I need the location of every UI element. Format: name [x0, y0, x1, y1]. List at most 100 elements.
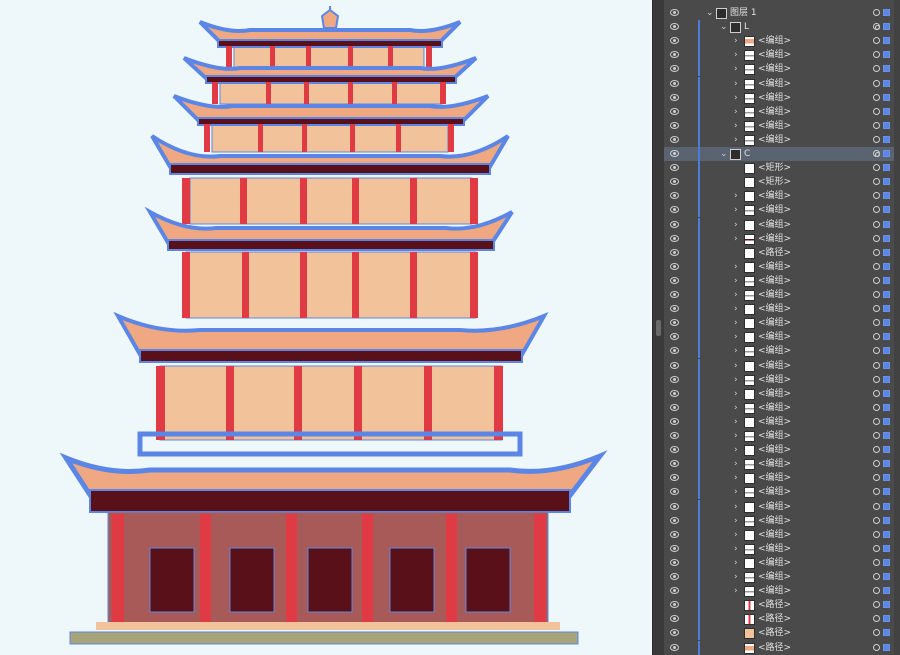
- selection-square-icon[interactable]: [883, 347, 890, 355]
- expand-chevron-icon[interactable]: ›: [734, 543, 738, 555]
- layer-name[interactable]: C: [744, 148, 750, 160]
- target-circle-icon[interactable]: [873, 432, 880, 439]
- expand-chevron-icon[interactable]: ›: [734, 416, 738, 428]
- layer-name[interactable]: <编组>: [758, 430, 791, 442]
- expand-chevron-icon[interactable]: ›: [734, 275, 738, 287]
- layer-row[interactable]: <路径>: [664, 640, 900, 655]
- visibility-eye-icon[interactable]: [670, 79, 679, 87]
- target-circle-icon[interactable]: [873, 319, 880, 327]
- selection-square-icon[interactable]: [883, 37, 890, 45]
- visibility-eye-icon[interactable]: [670, 65, 679, 73]
- selection-square-icon[interactable]: [883, 488, 890, 496]
- selection-square-icon[interactable]: [883, 530, 890, 538]
- target-circle-icon[interactable]: [873, 206, 880, 214]
- layer-name[interactable]: <路径>: [758, 599, 791, 611]
- expand-chevron-icon[interactable]: ›: [734, 219, 738, 231]
- layer-name[interactable]: <编组>: [758, 374, 791, 386]
- visibility-eye-icon[interactable]: [670, 164, 679, 172]
- target-circle-icon[interactable]: [873, 544, 880, 552]
- visibility-eye-icon[interactable]: [670, 488, 679, 496]
- layer-row[interactable]: › <编组>: [664, 372, 900, 387]
- visibility-eye-icon[interactable]: [670, 601, 679, 609]
- visibility-eye-icon[interactable]: [670, 220, 679, 228]
- expand-chevron-icon[interactable]: ›: [734, 204, 738, 216]
- expand-chevron-icon[interactable]: ›: [734, 585, 738, 597]
- pagoda-artwork[interactable]: [0, 0, 652, 655]
- expand-chevron-icon[interactable]: ›: [734, 486, 738, 498]
- layer-row[interactable]: › <编组>: [664, 48, 900, 63]
- splitter-grip[interactable]: [656, 320, 661, 336]
- target-circle-icon[interactable]: [873, 361, 880, 369]
- visibility-eye-icon[interactable]: [670, 291, 679, 298]
- layer-row[interactable]: ⌄ L: [664, 20, 900, 35]
- expand-chevron-icon[interactable]: ›: [734, 472, 738, 484]
- collapse-chevron-icon[interactable]: ⌄: [706, 7, 714, 19]
- target-circle-icon[interactable]: [873, 488, 880, 496]
- expand-chevron-icon[interactable]: ›: [734, 501, 738, 513]
- visibility-eye-icon[interactable]: [670, 93, 679, 101]
- collapse-chevron-icon[interactable]: ⌄: [720, 148, 728, 160]
- layer-row[interactable]: › <编组>: [664, 104, 900, 119]
- expand-chevron-icon[interactable]: ›: [734, 134, 738, 146]
- selection-square-icon[interactable]: [883, 51, 890, 59]
- selection-square-icon[interactable]: [883, 79, 890, 87]
- selection-square-icon[interactable]: [883, 23, 890, 31]
- visibility-eye-icon[interactable]: [670, 530, 679, 538]
- visibility-eye-icon[interactable]: [670, 107, 679, 115]
- selection-square-icon[interactable]: [883, 403, 890, 411]
- target-circle-icon[interactable]: [873, 37, 880, 45]
- selection-square-icon[interactable]: [883, 305, 890, 313]
- target-circle-icon[interactable]: [873, 643, 880, 651]
- layer-name[interactable]: <编组>: [758, 317, 791, 329]
- layer-row[interactable]: › <编组>: [664, 485, 900, 500]
- layer-name[interactable]: <编组>: [758, 472, 791, 484]
- layer-name[interactable]: <编组>: [758, 219, 791, 231]
- layer-row[interactable]: › <编组>: [664, 217, 900, 232]
- selection-square-icon[interactable]: [883, 121, 890, 129]
- layer-name[interactable]: <编组>: [758, 388, 791, 400]
- expand-chevron-icon[interactable]: ›: [734, 388, 738, 400]
- layer-name[interactable]: <编组>: [758, 49, 791, 61]
- visibility-eye-icon[interactable]: [670, 135, 679, 143]
- target-circle-icon[interactable]: [873, 23, 880, 31]
- expand-chevron-icon[interactable]: ›: [734, 360, 738, 372]
- selection-square-icon[interactable]: [883, 135, 890, 143]
- target-circle-icon[interactable]: [873, 305, 880, 313]
- panel-scrollbar[interactable]: [894, 0, 900, 655]
- target-circle-icon[interactable]: [873, 121, 880, 129]
- layer-row[interactable]: › <编组>: [664, 429, 900, 443]
- selection-square-icon[interactable]: [883, 361, 890, 369]
- visibility-eye-icon[interactable]: [670, 347, 679, 355]
- layer-name[interactable]: <矩形>: [758, 176, 791, 188]
- selection-square-icon[interactable]: [883, 474, 890, 482]
- layer-name[interactable]: <路径>: [758, 642, 791, 654]
- expand-chevron-icon[interactable]: ›: [734, 458, 738, 470]
- layer-name[interactable]: <编组>: [758, 585, 791, 597]
- layer-name[interactable]: <编组>: [758, 261, 791, 273]
- selection-square-icon[interactable]: [883, 432, 890, 439]
- target-circle-icon[interactable]: [873, 65, 880, 73]
- target-circle-icon[interactable]: [873, 389, 880, 397]
- visibility-eye-icon[interactable]: [670, 9, 679, 16]
- selection-square-icon[interactable]: [883, 460, 890, 468]
- visibility-eye-icon[interactable]: [670, 375, 679, 383]
- layer-name[interactable]: <编组>: [758, 275, 791, 287]
- selection-square-icon[interactable]: [883, 291, 890, 298]
- expand-chevron-icon[interactable]: ›: [734, 402, 738, 414]
- expand-chevron-icon[interactable]: ›: [734, 63, 738, 75]
- layer-row[interactable]: › <编组>: [664, 499, 900, 514]
- layer-name[interactable]: <编组>: [758, 557, 791, 569]
- expand-chevron-icon[interactable]: ›: [734, 557, 738, 569]
- selection-square-icon[interactable]: [883, 375, 890, 383]
- expand-chevron-icon[interactable]: ›: [734, 331, 738, 343]
- layer-name[interactable]: <编组>: [758, 190, 791, 202]
- visibility-eye-icon[interactable]: [670, 417, 679, 425]
- selection-square-icon[interactable]: [883, 107, 890, 115]
- expand-chevron-icon[interactable]: ›: [734, 120, 738, 132]
- layer-row[interactable]: › <编组>: [664, 273, 900, 288]
- layer-name[interactable]: <编组>: [758, 529, 791, 541]
- expand-chevron-icon[interactable]: ›: [734, 289, 738, 301]
- expand-chevron-icon[interactable]: ›: [734, 92, 738, 104]
- layer-row[interactable]: <路径>: [664, 612, 900, 627]
- layer-name[interactable]: <编组>: [758, 444, 791, 456]
